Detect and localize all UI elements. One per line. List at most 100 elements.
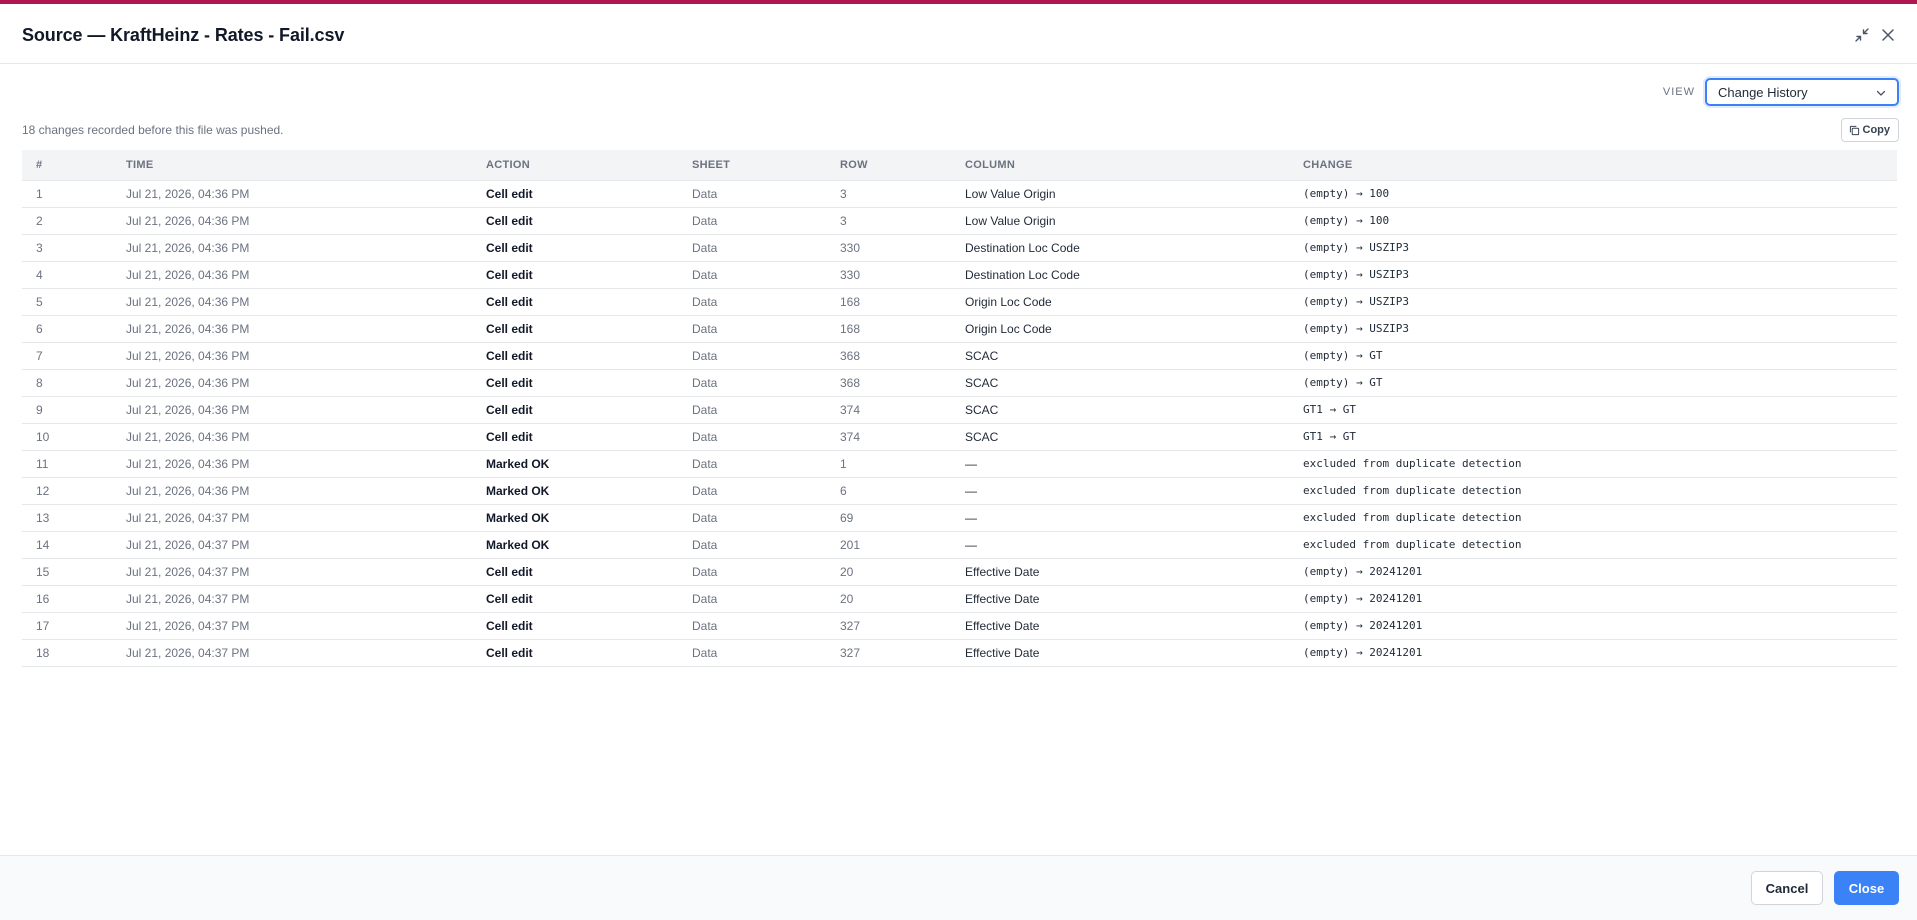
row-sheet: Data [678,504,826,532]
close-button[interactable]: Close [1834,871,1899,905]
table-row[interactable]: 2 Jul 21, 2026, 04:36 PM Cell edit Data 3 Low… [22,207,1897,235]
row-change: (empty) → USZIP3 [1289,261,1897,289]
row-number: 11 [22,450,112,478]
table-row[interactable]: 17 Jul 21, 2026, 04:37 PM Cell edit Data 327… [22,612,1897,640]
row-action: Cell edit [472,207,678,235]
row-row-number: 3 [826,180,951,208]
row-row-number: 69 [826,504,951,532]
view-selector: VIEW Change History [1663,78,1899,106]
row-sheet: Data [678,288,826,316]
row-time: Jul 21, 2026, 04:36 PM [112,180,472,208]
column-header-time[interactable]: TIME [112,150,472,181]
row-time: Jul 21, 2026, 04:37 PM [112,639,472,667]
row-action: Cell edit [472,261,678,289]
row-row-number: 20 [826,585,951,613]
table-row[interactable]: 11 Jul 21, 2026, 04:36 PM Marked OK Data 1— e… [22,450,1897,478]
row-number: 14 [22,531,112,559]
row-sheet: Data [678,234,826,262]
row-time: Jul 21, 2026, 04:36 PM [112,315,472,343]
table-row[interactable]: 13 Jul 21, 2026, 04:37 PM Marked OK Data 69—… [22,504,1897,532]
row-time: Jul 21, 2026, 04:36 PM [112,396,472,424]
table-row[interactable]: 3 Jul 21, 2026, 04:36 PM Cell edit Data 330 D… [22,234,1897,262]
row-column: — [951,450,1289,478]
cancel-button[interactable]: Cancel [1751,871,1823,905]
row-sheet: Data [678,639,826,667]
row-row-number: 168 [826,315,951,343]
row-number: 7 [22,342,112,370]
modal-header: Source — KraftHeinz - Rates - Fail.csv [0,8,1917,64]
row-change: (empty) → USZIP3 [1289,234,1897,262]
row-change: (empty) → 100 [1289,207,1897,235]
row-number: 6 [22,315,112,343]
row-sheet: Data [678,612,826,640]
row-time: Jul 21, 2026, 04:36 PM [112,450,472,478]
row-change: (empty) → 100 [1289,180,1897,208]
column-header-row[interactable]: ROW [826,150,951,181]
table-row[interactable]: 9 Jul 21, 2026, 04:36 PM Cell edit Data 374 S… [22,396,1897,424]
row-number: 8 [22,369,112,397]
table-row[interactable]: 12 Jul 21, 2026, 04:36 PM Marked OK Data 6— e… [22,477,1897,505]
row-time: Jul 21, 2026, 04:36 PM [112,207,472,235]
copy-button[interactable]: Copy [1840,118,1899,142]
row-column: Effective Date [951,585,1289,613]
row-change: (empty) → GT [1289,369,1897,397]
row-column: Destination Loc Code [951,261,1289,289]
row-time: Jul 21, 2026, 04:36 PM [112,234,472,262]
row-action: Marked OK [472,504,678,532]
row-sheet: Data [678,180,826,208]
row-change: (empty) → USZIP3 [1289,288,1897,316]
table-row[interactable]: 5 Jul 21, 2026, 04:36 PM Cell edit Data 168 O… [22,288,1897,316]
row-action: Cell edit [472,180,678,208]
table-row[interactable]: 4 Jul 21, 2026, 04:36 PM Cell edit Data 330 D… [22,261,1897,289]
row-action: Cell edit [472,288,678,316]
row-number: 2 [22,207,112,235]
row-sheet: Data [678,450,826,478]
row-column: Origin Loc Code [951,315,1289,343]
row-column: Effective Date [951,612,1289,640]
modal-title: Source — KraftHeinz - Rates - Fail.csv [22,25,345,45]
row-time: Jul 21, 2026, 04:36 PM [112,369,472,397]
row-number: 17 [22,612,112,640]
row-change: excluded from duplicate detection [1289,477,1897,505]
row-sheet: Data [678,558,826,586]
row-change: excluded from duplicate detection [1289,450,1897,478]
row-change: GT1 → GT [1289,396,1897,424]
row-change: (empty) → 20241201 [1289,639,1897,667]
table-row[interactable]: 16 Jul 21, 2026, 04:37 PM Cell edit Data 20 E… [22,585,1897,613]
row-row-number: 6 [826,477,951,505]
table-row[interactable]: 6 Jul 21, 2026, 04:36 PM Cell edit Data 168 O… [22,315,1897,343]
table-row[interactable]: 8 Jul 21, 2026, 04:36 PM Cell edit Data 368 S… [22,369,1897,397]
table-row[interactable]: 14 Jul 21, 2026, 04:37 PM Marked OK Data 201… [22,531,1897,559]
table-row[interactable]: 7 Jul 21, 2026, 04:36 PM Cell edit Data 368 S… [22,342,1897,370]
row-row-number: 374 [826,396,951,424]
row-sheet: Data [678,315,826,343]
row-number: 1 [22,180,112,208]
row-sheet: Data [678,477,826,505]
row-change: (empty) → GT [1289,342,1897,370]
row-action: Cell edit [472,396,678,424]
minimize-button[interactable] [1852,25,1872,45]
view-selected-value: Change History [1718,84,1808,100]
row-time: Jul 21, 2026, 04:36 PM [112,288,472,316]
table-row[interactable]: 1 Jul 21, 2026, 04:36 PM Cell edit Data 3 Low… [22,180,1897,208]
row-number: 5 [22,288,112,316]
view-dropdown[interactable]: Change History [1705,78,1899,106]
table-row[interactable]: 10 Jul 21, 2026, 04:36 PM Cell edit Data 374… [22,423,1897,451]
row-time: Jul 21, 2026, 04:36 PM [112,423,472,451]
column-header-sheet[interactable]: SHEET [678,150,826,181]
row-action: Marked OK [472,450,678,478]
table-row[interactable]: 15 Jul 21, 2026, 04:37 PM Cell edit Data 20 E… [22,558,1897,586]
column-header-column[interactable]: COLUMN [951,150,1289,181]
row-column: Origin Loc Code [951,288,1289,316]
table-row[interactable]: 18 Jul 21, 2026, 04:37 PM Cell edit Data 327… [22,639,1897,667]
row-column: SCAC [951,342,1289,370]
column-header-number[interactable]: # [22,150,112,181]
row-time: Jul 21, 2026, 04:37 PM [112,504,472,532]
close-x-button[interactable] [1878,25,1898,45]
column-header-change[interactable]: CHANGE [1289,150,1897,181]
column-header-action[interactable]: ACTION [472,150,678,181]
row-number: 15 [22,558,112,586]
row-row-number: 327 [826,612,951,640]
row-sheet: Data [678,207,826,235]
row-sheet: Data [678,261,826,289]
